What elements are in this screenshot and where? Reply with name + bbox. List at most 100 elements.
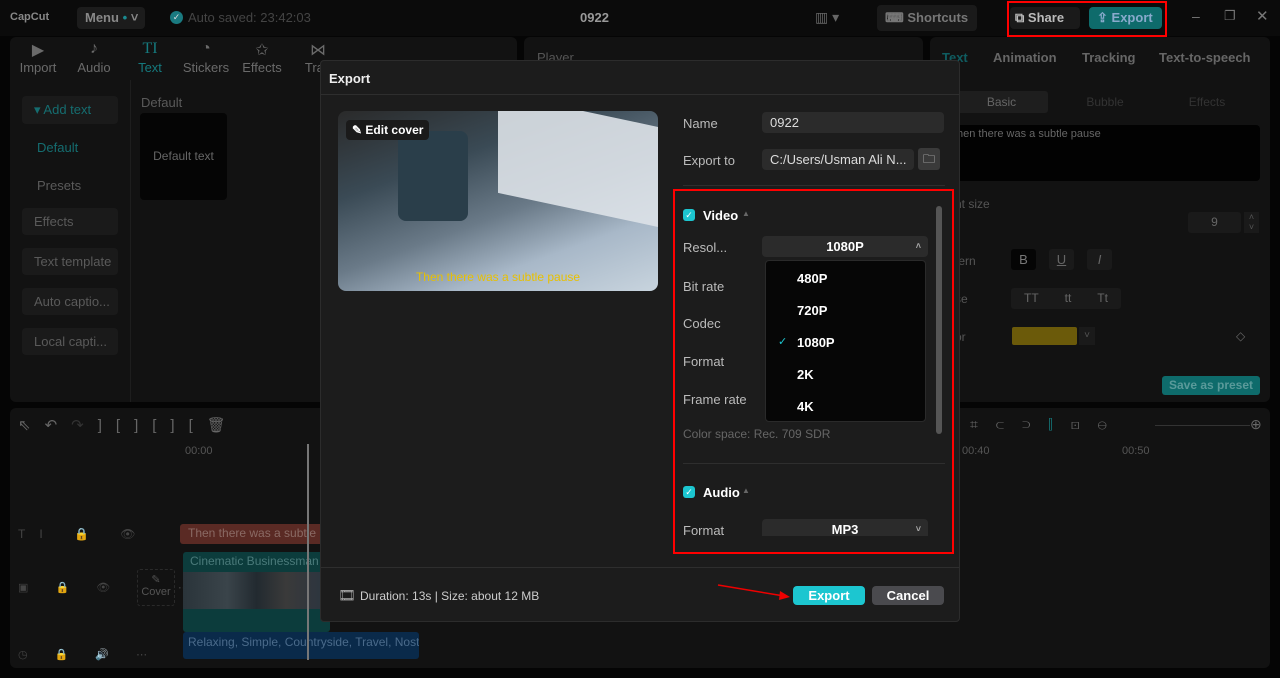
subtab-effects[interactable]: Effects (1162, 95, 1252, 109)
zoom-in-icon[interactable]: ⊕ (1250, 416, 1262, 433)
menu-button[interactable]: Menu • ˅ (77, 7, 145, 29)
mug-shape (398, 131, 468, 221)
tab-tracking[interactable]: Tracking (1082, 50, 1135, 65)
divider (683, 185, 945, 186)
color-swatch[interactable] (1012, 327, 1077, 345)
timeline-toolbar: ⇖↶↷][][][🗑 (18, 416, 240, 434)
undo-icon[interactable]: ↶ (45, 417, 72, 434)
divider (130, 80, 131, 402)
export-path-input[interactable]: C:/Users/Usman Ali N... (762, 149, 914, 170)
close-icon[interactable]: ✕ (1256, 7, 1269, 25)
menu-label: Menu (85, 10, 119, 25)
playhead[interactable] (307, 444, 309, 660)
export-to-label: Export to (683, 153, 736, 168)
sidebar-item-presets[interactable]: Presets (22, 172, 118, 199)
tab-import[interactable]: ▶ Import (10, 40, 66, 75)
section-title: Default (141, 95, 183, 110)
bold-button[interactable]: B (1011, 249, 1036, 270)
sidebar-item-effects[interactable]: Effects (22, 208, 118, 235)
underline-button[interactable]: U (1049, 249, 1074, 270)
tick-label: 00:50 (1122, 445, 1150, 457)
case-title[interactable]: Tt (1097, 288, 1108, 309)
trim-right-icon[interactable]: ][ (170, 417, 206, 434)
tab-animation[interactable]: Animation (993, 50, 1057, 65)
layout-icon[interactable]: ▥ ▾ (815, 9, 839, 26)
font-size-input[interactable]: 9 (1188, 212, 1241, 233)
export-button[interactable]: Export (793, 586, 865, 605)
subtab-bubble[interactable]: Bubble (1060, 95, 1150, 109)
stickers-icon: ◔ (201, 40, 211, 57)
edit-cover-label: Edit cover (365, 123, 424, 137)
name-label: Name (683, 116, 718, 131)
minimize-icon[interactable]: – (1192, 8, 1200, 24)
text-input[interactable]: hen there was a subtle pause (955, 125, 1260, 181)
select-icon[interactable]: ⇖ (18, 417, 45, 434)
sidebar-item-local-captions[interactable]: Local capti... (22, 328, 118, 355)
zoom-out-icon[interactable]: ⊖ (1098, 416, 1125, 432)
sidebar-label: Add text (43, 102, 92, 117)
sidebar-item-auto-captions[interactable]: Auto captio... (22, 288, 118, 315)
preview-icon[interactable]: ⊡ (1071, 416, 1098, 432)
audio-clip[interactable]: Relaxing, Simple, Countryside, Travel, N… (183, 632, 419, 659)
tick-label: 00:40 (962, 445, 990, 457)
subtab-basic[interactable]: Basic (955, 91, 1048, 113)
paper-shape (498, 111, 658, 230)
restore-icon[interactable]: ❐ (1224, 8, 1236, 24)
cover-preview[interactable]: ✎ Edit cover Then there was a subtle pau… (338, 111, 658, 291)
freeze-icon[interactable]: ⌗ (970, 416, 996, 432)
film-icon: 🎞 (338, 587, 356, 603)
save-preset-button[interactable]: Save as preset (1162, 376, 1260, 395)
sidebar-item-default[interactable]: Default (22, 134, 118, 161)
delete-icon[interactable]: 🗑 (207, 417, 240, 434)
tab-stickers[interactable]: ◔ Stickers (178, 40, 234, 75)
option-720p[interactable]: 720P (797, 303, 827, 318)
tab-text-to-speech[interactable]: Text-to-speech (1159, 50, 1251, 65)
tick-label: 00:00 (185, 445, 213, 457)
title-bar: CapCut Menu • ˅ ✓ Auto saved: 23:42:03 0… (0, 0, 1280, 37)
keyframe-icon[interactable]: ◇ (1236, 329, 1245, 343)
snap-icon[interactable]: ⫿ (1048, 416, 1070, 432)
tab-text[interactable]: TI Text (122, 40, 178, 75)
trim-left-icon[interactable]: ][ (134, 417, 170, 434)
import-icon: ▶ (31, 42, 45, 59)
default-text-card[interactable]: Default text (140, 113, 227, 200)
folder-icon[interactable]: 🗀 (918, 148, 940, 170)
cover-button[interactable]: ✎ Cover (137, 569, 175, 606)
italic-button[interactable]: I (1087, 249, 1112, 270)
redo-icon[interactable]: ↷ (71, 417, 98, 434)
option-2k[interactable]: 2K (797, 367, 814, 382)
link-icon[interactable]: ⊂⊃ (996, 416, 1048, 432)
cancel-button[interactable]: Cancel (872, 586, 944, 605)
option-1080p[interactable]: 1080P (797, 335, 835, 350)
edit-cover-button[interactable]: ✎ Edit cover (346, 120, 430, 140)
tab-effects[interactable]: ✩ Effects (234, 40, 290, 75)
cover-label: Cover (141, 586, 171, 598)
divider (321, 94, 959, 95)
chevron-down-icon[interactable]: ˅ (1079, 327, 1095, 345)
shortcuts-button[interactable]: ⌨ Shortcuts (877, 5, 977, 31)
text-track-controls[interactable]: TI 🔒 👁 (18, 527, 150, 541)
resolution-dropdown: 480P 720P ✓ 1080P 2K 4K (765, 260, 926, 422)
stepper-icon[interactable]: ˄ ˅ (1244, 212, 1259, 233)
text-icon: TI (142, 40, 158, 57)
case-lower[interactable]: tt (1065, 288, 1072, 309)
timeline-right-tools: ⌗⊂⊃⫿⊡⊖ (970, 416, 1125, 433)
check-icon: ✓ (778, 336, 788, 348)
split-icon[interactable]: ][ (98, 417, 134, 434)
sidebar-item-text-template[interactable]: Text template (22, 248, 118, 275)
zoom-slider[interactable] (1155, 425, 1250, 426)
inspector-panel: Text Animation Tracking Text-to-speech B… (930, 37, 1270, 402)
option-4k[interactable]: 4K (797, 399, 814, 414)
tab-label: Audio (77, 60, 111, 75)
sidebar-item-add-text[interactable]: ▾ Add text (22, 96, 118, 124)
keyboard-icon: ⌨ (885, 10, 904, 25)
option-480p[interactable]: 480P (797, 271, 827, 286)
case-upper[interactable]: TT (1024, 288, 1039, 309)
audio-track-controls[interactable]: ◷ 🔒 🔊 ⋯ (18, 648, 159, 661)
name-input[interactable]: 0922 (762, 112, 944, 133)
tab-audio[interactable]: ♪ Audio (66, 40, 122, 75)
autosave-status: Auto saved: 23:42:03 (188, 10, 311, 25)
highlight-box (1007, 1, 1167, 37)
duration-size-info: Duration: 13s | Size: about 12 MB (360, 589, 540, 603)
capcut-logo: CapCut (10, 11, 50, 23)
